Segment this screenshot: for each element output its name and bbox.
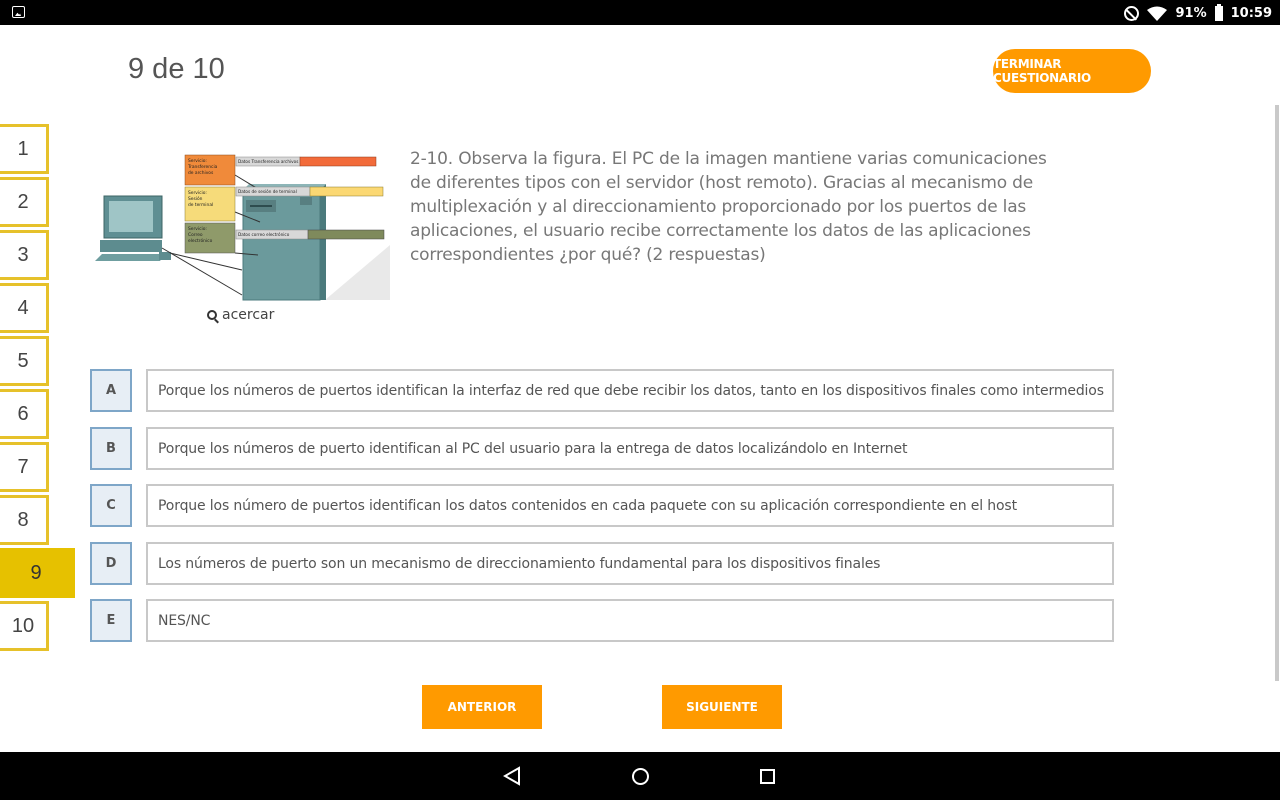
answer-option-d[interactable]: D Los números de puerto son un mecanismo … xyxy=(90,542,1114,585)
svc2-line1: Servicio: xyxy=(188,190,207,196)
question-figure[interactable]: Servicio: Transferencia de archivos Serv… xyxy=(90,150,390,302)
question-nav-item-10[interactable]: 10 xyxy=(0,601,49,651)
status-indicators: 91% 10:59 xyxy=(1124,3,1272,23)
answer-option-b[interactable]: B Porque los números de puerto identifica… xyxy=(90,427,1114,470)
question-nav-item-3[interactable]: 3 xyxy=(0,230,49,280)
question-nav-item-1[interactable]: 1 xyxy=(0,124,49,174)
answer-option-c[interactable]: C Porque los número de puertos identifica… xyxy=(90,484,1114,527)
question-nav-item-5[interactable]: 5 xyxy=(0,336,49,386)
option-text[interactable]: NES/NC xyxy=(146,599,1114,642)
data-file-transfer: Datos Transferencia archivos xyxy=(238,159,298,164)
svc2-line2: Sesión xyxy=(188,195,203,202)
svc1-line3: de archivos xyxy=(188,170,214,176)
question-counter: 9 de 10 xyxy=(128,53,225,85)
data-email: Datos correo electrónico xyxy=(238,232,290,237)
wifi-icon xyxy=(1147,6,1168,21)
pc-keyboard xyxy=(95,254,165,261)
quiz-screen: 9 de 10 TERMINAR CUESTIONARIO 1234567891… xyxy=(0,25,1280,752)
svc2-line3: de terminal xyxy=(188,202,213,208)
magnifier-icon xyxy=(207,310,217,320)
previous-button[interactable]: ANTERIOR xyxy=(422,685,542,729)
answer-option-a[interactable]: A Porque los números de puertos identific… xyxy=(90,369,1114,412)
svc1-line1: Servicio: xyxy=(188,158,207,164)
option-letter[interactable]: B xyxy=(90,427,132,470)
svc3-line2: Correo xyxy=(188,232,203,238)
svc3-line3: electrónico xyxy=(188,237,213,244)
finish-quiz-button[interactable]: TERMINAR CUESTIONARIO xyxy=(993,49,1151,93)
home-icon[interactable] xyxy=(632,768,649,785)
scrollbar[interactable] xyxy=(1275,105,1279,681)
question-nav-item-9[interactable]: 9 xyxy=(0,548,75,598)
system-navigation-bar xyxy=(0,752,1280,800)
option-text[interactable]: Los números de puerto son un mecanismo d… xyxy=(146,542,1114,585)
question-nav-item-7[interactable]: 7 xyxy=(0,442,49,492)
svc3-line1: Servicio: xyxy=(188,226,207,232)
battery-percent: 91% xyxy=(1175,5,1207,21)
data-terminal: Datos de sesión de terminal xyxy=(238,189,297,194)
option-letter[interactable]: E xyxy=(90,599,132,642)
question-text: 2-10. Observa la figura. El PC de la ima… xyxy=(410,149,1047,265)
recent-apps-icon[interactable] xyxy=(760,769,775,784)
back-icon[interactable] xyxy=(503,766,521,786)
do-not-disturb-icon xyxy=(1124,5,1140,21)
option-text[interactable]: Porque los números de puerto identifican… xyxy=(146,427,1114,470)
option-text[interactable]: Porque los número de puertos identifican… xyxy=(146,484,1114,527)
question-nav-item-8[interactable]: 8 xyxy=(0,495,49,545)
option-letter[interactable]: A xyxy=(90,369,132,412)
status-bar: 91% 10:59 xyxy=(0,0,1280,25)
question-nav-item-6[interactable]: 6 xyxy=(0,389,49,439)
option-text[interactable]: Porque los números de puertos identifica… xyxy=(146,369,1114,412)
svc1-line2: Transferencia xyxy=(187,164,218,170)
battery-icon xyxy=(1214,3,1223,21)
question-nav-item-2[interactable]: 2 xyxy=(0,177,49,227)
option-letter[interactable]: D xyxy=(90,542,132,585)
clock: 10:59 xyxy=(1230,5,1272,21)
option-letter[interactable]: C xyxy=(90,484,132,527)
gallery-notification-icon xyxy=(12,6,25,18)
zoom-link[interactable]: acercar xyxy=(207,307,274,323)
answer-option-e[interactable]: E NES/NC xyxy=(90,599,1114,642)
zoom-label: acercar xyxy=(222,307,275,323)
question-nav-item-4[interactable]: 4 xyxy=(0,283,49,333)
next-button[interactable]: SIGUIENTE xyxy=(662,685,782,729)
